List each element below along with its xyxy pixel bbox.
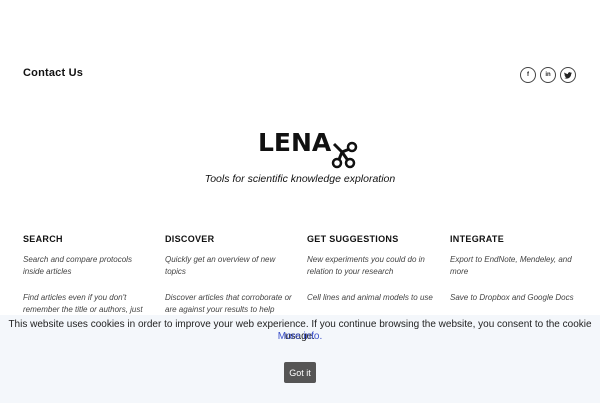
feature-item: Export to EndNote, Mendeley, and more bbox=[450, 255, 572, 276]
twitter-icon[interactable] bbox=[560, 67, 576, 83]
feature-item: Search and compare protocols inside arti… bbox=[23, 255, 132, 276]
contact-us-heading: Contact Us bbox=[23, 67, 84, 79]
more-info-link[interactable]: More info. bbox=[278, 331, 322, 342]
feature-item: Quickly get an overview of new topics bbox=[165, 255, 276, 276]
lena-logo[interactable]: LENA bbox=[258, 128, 360, 170]
feature-item: New experiments you could do in relation… bbox=[307, 255, 425, 276]
social-links: f in bbox=[520, 67, 576, 83]
feature-item: Find articles even if you don't remember… bbox=[23, 293, 143, 314]
cookie-more-info-row: More info. bbox=[0, 331, 600, 342]
feature-item: Discover articles that corroborate or ar… bbox=[165, 293, 292, 314]
logo-text: LENA bbox=[258, 128, 332, 157]
got-it-button[interactable]: Got it bbox=[284, 362, 316, 383]
twitter-bird-glyph bbox=[564, 71, 572, 79]
feature-column-integrate: INTEGRATE Export to EndNote, Mendeley, a… bbox=[450, 234, 578, 318]
cookie-consent-banner: This website uses cookies in order to im… bbox=[0, 315, 600, 403]
feature-heading: INTEGRATE bbox=[450, 234, 505, 244]
feature-heading: DISCOVER bbox=[165, 234, 215, 244]
feature-heading: GET SUGGESTIONS bbox=[307, 234, 399, 244]
tagline: Tools for scientific knowledge explorati… bbox=[204, 173, 396, 185]
network-graph-icon bbox=[332, 141, 358, 169]
facebook-icon[interactable]: f bbox=[520, 67, 536, 83]
feature-heading: SEARCH bbox=[23, 234, 63, 244]
linkedin-icon[interactable]: in bbox=[540, 67, 556, 83]
feature-item: Save to Dropbox and Google Docs bbox=[450, 293, 574, 302]
feature-item: Cell lines and animal models to use bbox=[307, 293, 433, 302]
feature-column-get-suggestions: GET SUGGESTIONS New experiments you coul… bbox=[307, 234, 435, 318]
